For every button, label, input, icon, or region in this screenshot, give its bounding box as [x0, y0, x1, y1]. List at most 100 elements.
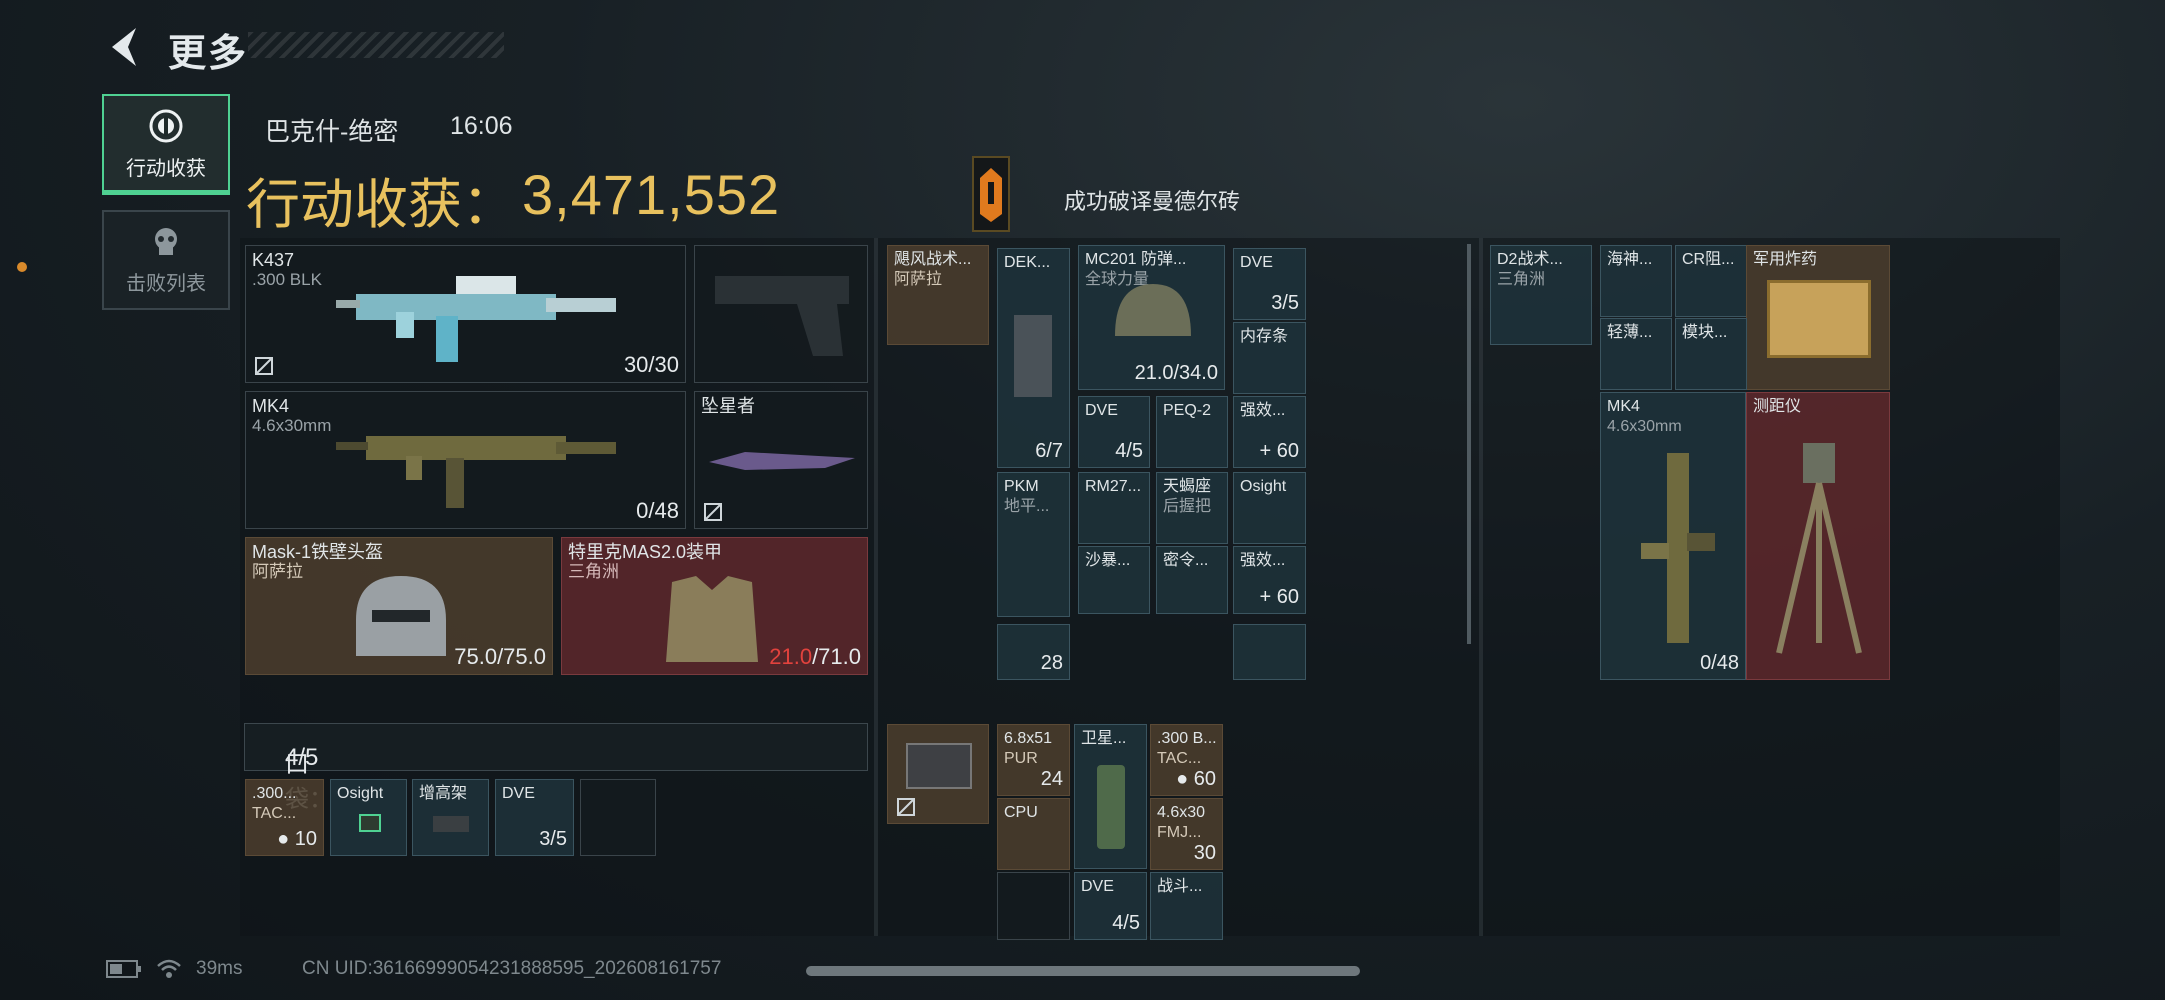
item-sub: .300 BLK	[252, 270, 322, 289]
chest-rig-slot[interactable]: 飓风战术... 阿萨拉	[887, 245, 989, 345]
stash-item[interactable]: 海神...	[1600, 245, 1672, 317]
map-name: 巴克什-绝密	[265, 118, 399, 146]
chest-item[interactable]: 沙暴...	[1078, 546, 1150, 614]
item-sub: 4.6x30mm	[252, 416, 332, 435]
backpack-case-slot[interactable]	[887, 724, 989, 824]
pistol-silhouette-icon	[715, 276, 849, 356]
item-name: MK4	[252, 396, 290, 416]
pocket-item[interactable]: DVE 3/5	[495, 779, 574, 856]
chest-item[interactable]: 密令...	[1156, 546, 1228, 614]
earnings-value: 3,471,552	[522, 163, 781, 226]
item-sub: 阿萨拉	[252, 562, 303, 581]
backpack-item[interactable]: CPU	[997, 798, 1070, 870]
blade-icon	[709, 452, 855, 470]
scroll-divider	[1467, 244, 1471, 644]
sight-icon	[359, 814, 381, 832]
armor-slot[interactable]: 特里克MAS2.0装甲 三角洲 21.0/71.0	[561, 537, 868, 675]
mount-icon	[433, 816, 469, 832]
backpack-empty-slot[interactable]	[997, 872, 1070, 940]
backpack-item[interactable]: DVE 4/5	[1074, 872, 1147, 940]
panel-divider	[874, 238, 878, 936]
explosive-crate-icon	[1767, 280, 1871, 358]
stash-item[interactable]: MK4 4.6x30mm 0/48	[1600, 392, 1746, 680]
ammo-count: 0/48	[636, 498, 679, 523]
indicator-dot	[17, 262, 27, 272]
item-name: K437	[252, 250, 295, 270]
device-icon	[1014, 315, 1052, 397]
tab-defeat-list[interactable]: 击败列表	[102, 210, 230, 310]
smg-icon	[1641, 453, 1715, 643]
chest-item[interactable]	[1233, 624, 1306, 680]
helmet-slot[interactable]: Mask-1铁壁头盔 阿萨拉 75.0/75.0	[245, 537, 553, 675]
pockets-count: 4/5	[285, 744, 319, 771]
chest-item[interactable]: PKM 地平...	[997, 472, 1070, 617]
durability: 75.0/75.0	[454, 644, 546, 669]
horizontal-scrollbar[interactable]	[806, 966, 1360, 976]
page-title: 更多	[168, 33, 249, 75]
primary-weapon-slot[interactable]: K437 .300 BLK 30/30	[245, 245, 686, 383]
pocket-item[interactable]: .300... TAC... ● 10	[245, 779, 324, 856]
stash-item[interactable]: 军用炸药	[1746, 245, 1890, 390]
battery-icon	[106, 960, 141, 978]
active-tab-underline	[102, 190, 230, 195]
chest-item[interactable]: RM27...	[1078, 472, 1150, 544]
backpack-item[interactable]: 4.6x30 FMJ... 30	[1150, 798, 1223, 870]
item-name: 特里克MAS2.0装甲	[568, 542, 723, 562]
rifle-icon	[336, 276, 616, 362]
ammo-count: 30/30	[623, 352, 679, 377]
chest-item[interactable]: 天蝎座 后握把	[1156, 472, 1228, 544]
item-name: Mask-1铁壁头盔	[252, 542, 384, 562]
chest-item[interactable]: DEK... 6/7	[997, 248, 1070, 468]
stash-bag-slot[interactable]: D2战术... 三角洲	[1490, 245, 1592, 345]
chest-item[interactable]: MC201 防弹... 全球力量 21.0/34.0	[1078, 245, 1225, 390]
chest-item[interactable]: 内存条	[1233, 322, 1306, 394]
secondary-weapon-slot[interactable]: MK4 4.6x30mm 0/48	[245, 391, 686, 529]
ping-value: 39ms	[196, 958, 243, 979]
cipher-icon	[972, 156, 1010, 232]
achievement-text: 成功破译曼德尔砖	[1064, 189, 1241, 214]
pockets-header: 口袋：4/5	[244, 723, 868, 813]
backpack-item[interactable]: 6.8x51 PUR 24	[997, 724, 1070, 796]
chest-item[interactable]: 28	[997, 624, 1070, 680]
earnings-label: 行动收获：	[246, 175, 516, 235]
item-name: 坠星者	[701, 396, 755, 416]
pocket-item[interactable]: Osight	[330, 779, 407, 856]
backpack-item[interactable]: .300 B... TAC... ● 60	[1150, 724, 1223, 796]
chest-item[interactable]: Osight	[1233, 472, 1306, 544]
wifi-icon	[157, 959, 181, 978]
chest-item[interactable]: 强效... + 60	[1233, 396, 1306, 468]
pocket-empty-slot[interactable]	[580, 779, 656, 856]
chest-item[interactable]: DVE 3/5	[1233, 248, 1306, 320]
armor-vest-icon	[666, 576, 758, 662]
chest-item[interactable]: DVE 4/5	[1078, 396, 1150, 468]
tab-operation-earnings[interactable]: 行动收获	[102, 94, 230, 194]
target-icon	[149, 109, 183, 142]
match-time: 16:06	[450, 112, 513, 140]
back-arrow-icon[interactable]	[104, 24, 144, 70]
smg-icon	[336, 436, 616, 508]
sidearm-slot[interactable]	[694, 245, 868, 383]
melee-slot[interactable]: 坠星者	[694, 391, 868, 529]
tab-label: 行动收获	[126, 157, 206, 180]
pocket-item[interactable]: 增高架	[412, 779, 489, 856]
chest-item[interactable]: 强效... + 60	[1233, 546, 1306, 614]
uid-text: CN UID:3616699905423188859­5_20260816175…	[302, 958, 722, 979]
stash-item[interactable]: 轻薄...	[1600, 318, 1672, 390]
uninsured-icon	[897, 798, 915, 816]
title-decoration	[248, 32, 504, 58]
uninsured-icon	[255, 357, 273, 375]
case-icon	[906, 743, 972, 789]
panel-divider	[1479, 238, 1483, 936]
satellite-phone-icon	[1097, 765, 1125, 849]
uninsured-icon	[704, 503, 722, 521]
stash-item[interactable]: 测距仪	[1746, 392, 1890, 680]
item-sub: 三角洲	[568, 562, 619, 581]
backpack-item[interactable]: 战斗...	[1150, 872, 1223, 940]
stash-item[interactable]: 模块...	[1675, 318, 1747, 390]
chest-item[interactable]: PEQ-2	[1156, 396, 1228, 468]
backpack-item[interactable]: 卫星...	[1074, 724, 1147, 869]
stash-item[interactable]: CR阻...	[1675, 245, 1747, 317]
helmet-icon	[356, 576, 446, 656]
tab-label: 击败列表	[126, 272, 206, 295]
durability: 21.0/71.0	[769, 644, 861, 669]
